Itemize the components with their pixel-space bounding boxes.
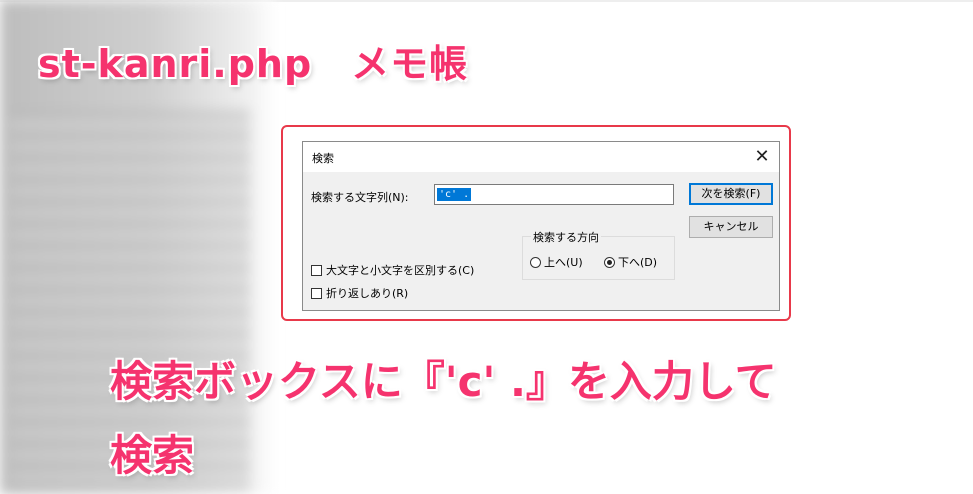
radio-icon [530, 256, 541, 268]
checkbox-icon [311, 287, 322, 299]
match-case-label: 大文字と小文字を区別する(C) [326, 264, 475, 277]
find-what-selected-text: 'c' . [437, 188, 472, 201]
close-icon[interactable]: ✕ [749, 145, 775, 169]
caption-line-2: 検索 [110, 431, 195, 480]
direction-up-label: 上へ(U) [544, 256, 583, 269]
dialog-titlebar: 検索 ✕ [303, 142, 779, 172]
direction-down-label: 下へ(D) [618, 256, 658, 269]
radio-selected-icon [604, 256, 615, 268]
cancel-button[interactable]: キャンセル [689, 216, 773, 238]
overlay-title: st-kanri.php メモ帳 [38, 42, 469, 86]
direction-group-label: 検索する方向 [531, 229, 601, 245]
direction-group: 検索する方向 上へ(U) 下へ(D) [522, 229, 675, 280]
dialog-title: 検索 [312, 152, 334, 165]
find-next-button[interactable]: 次を検索(F) [689, 183, 773, 205]
direction-up-radio[interactable]: 上へ(U) [530, 254, 583, 270]
wrap-around-checkbox[interactable]: 折り返しあり(R) [311, 285, 408, 301]
match-case-checkbox[interactable]: 大文字と小文字を区別する(C) [311, 262, 474, 278]
checkbox-icon [311, 264, 322, 276]
caption-line-1: 検索ボックスに『'c' .』を入力して [110, 357, 777, 406]
direction-down-radio[interactable]: 下へ(D) [604, 254, 657, 270]
find-what-label: 検索する文字列(N): [311, 191, 409, 204]
find-what-input[interactable]: 'c' . [434, 184, 674, 205]
find-dialog: 検索 ✕ 検索する文字列(N): 'c' . 次を検索(F) キャンセル 検索す… [302, 141, 780, 311]
wrap-around-label: 折り返しあり(R) [326, 287, 409, 300]
